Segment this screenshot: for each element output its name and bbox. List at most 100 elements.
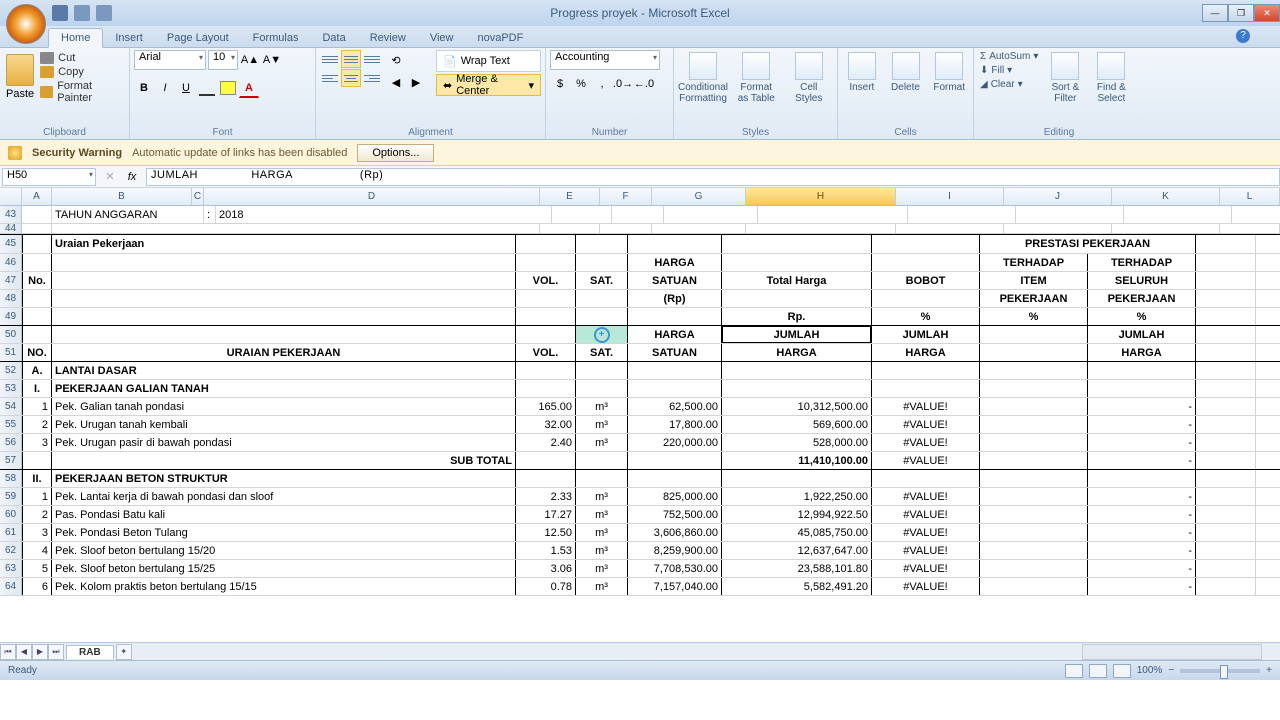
cell[interactable]: 12,637,647.00: [722, 542, 872, 559]
cell[interactable]: [516, 308, 576, 325]
cell[interactable]: [1088, 470, 1196, 487]
cell[interactable]: [516, 290, 576, 307]
cell[interactable]: [22, 235, 52, 253]
cell[interactable]: 2: [22, 506, 52, 523]
cell[interactable]: #VALUE!: [872, 542, 980, 559]
cell[interactable]: 2018: [216, 206, 552, 223]
cell[interactable]: 1.53: [516, 542, 576, 559]
col-header-a[interactable]: A: [22, 188, 52, 205]
cell[interactable]: [722, 235, 872, 253]
cell[interactable]: [1196, 290, 1256, 307]
cell[interactable]: [1196, 488, 1256, 505]
cell[interactable]: [980, 506, 1088, 523]
cell[interactable]: Pek. Sloof beton bertulang 15/20: [52, 542, 516, 559]
cell[interactable]: [576, 254, 628, 271]
cell[interactable]: 4: [22, 542, 52, 559]
insert-cells-button[interactable]: Insert: [842, 50, 882, 95]
cell[interactable]: 45,085,750.00: [722, 524, 872, 541]
cell[interactable]: [980, 344, 1088, 361]
cell[interactable]: [1196, 326, 1256, 343]
cell[interactable]: [1220, 224, 1280, 233]
cell-styles-button[interactable]: Cell Styles: [785, 50, 834, 106]
format-painter-button[interactable]: Format Painter: [40, 80, 125, 104]
cell[interactable]: [652, 224, 746, 233]
page-layout-view-button[interactable]: [1089, 664, 1107, 678]
header-pct2[interactable]: %: [980, 308, 1088, 325]
cell[interactable]: Pek. Urugan tanah kembali: [52, 416, 516, 433]
cell[interactable]: Pek. Kolom praktis beton bertulang 15/15: [52, 578, 516, 595]
row-header[interactable]: 48: [0, 290, 22, 307]
increase-indent-button[interactable]: ▶: [406, 72, 426, 92]
top-align-button[interactable]: [320, 50, 340, 68]
cell[interactable]: -: [1088, 578, 1196, 595]
cell[interactable]: JUMLAH: [1088, 326, 1196, 343]
cell[interactable]: HARGA: [628, 326, 722, 343]
border-button[interactable]: [197, 78, 217, 98]
fx-button[interactable]: fx: [122, 167, 142, 187]
row-header[interactable]: 43: [0, 206, 22, 223]
col-header-c[interactable]: C: [192, 188, 204, 205]
prev-sheet-button[interactable]: ◀: [16, 644, 32, 660]
cell[interactable]: [1124, 206, 1232, 223]
cell[interactable]: 5,582,491.20: [722, 578, 872, 595]
zoom-out-button[interactable]: −: [1168, 665, 1174, 676]
help-icon[interactable]: ?: [1236, 29, 1250, 43]
normal-view-button[interactable]: [1065, 664, 1083, 678]
tab-review[interactable]: Review: [358, 29, 418, 47]
cell[interactable]: [612, 206, 664, 223]
header-terhadap[interactable]: TERHADAP: [980, 254, 1088, 271]
new-sheet-button[interactable]: ✦: [116, 644, 132, 660]
spreadsheet-grid[interactable]: 43 TAHUN ANGGARAN : 2018 44 45 Uraian Pe…: [0, 206, 1280, 642]
cell[interactable]: 569,600.00: [722, 416, 872, 433]
cell[interactable]: Pek. Galian tanah pondasi: [52, 398, 516, 415]
cell[interactable]: [908, 206, 1016, 223]
cell[interactable]: 1: [22, 398, 52, 415]
cut-button[interactable]: Cut: [40, 52, 125, 64]
header-pekerjaan2[interactable]: PEKERJAAN: [1088, 290, 1196, 307]
cell[interactable]: [1196, 398, 1256, 415]
zoom-in-button[interactable]: +: [1266, 665, 1272, 676]
cell[interactable]: [1232, 206, 1280, 223]
cell[interactable]: [980, 452, 1088, 469]
cell[interactable]: m³: [576, 578, 628, 595]
col-header-j[interactable]: J: [1004, 188, 1112, 205]
first-sheet-button[interactable]: ⏮: [0, 644, 16, 660]
delete-cells-button[interactable]: Delete: [886, 50, 926, 95]
cell[interactable]: [1196, 560, 1256, 577]
cell[interactable]: [980, 524, 1088, 541]
tab-formulas[interactable]: Formulas: [241, 29, 311, 47]
cell[interactable]: [628, 452, 722, 469]
cell[interactable]: [576, 380, 628, 397]
minimize-button[interactable]: —: [1202, 4, 1228, 22]
section-code[interactable]: I.: [22, 380, 52, 397]
section-title[interactable]: PEKERJAAN BETON STRUKTUR: [52, 470, 516, 487]
cell[interactable]: -: [1088, 416, 1196, 433]
row-header[interactable]: 60: [0, 506, 22, 523]
tab-home[interactable]: Home: [48, 28, 103, 48]
wrap-text-button[interactable]: 📄Wrap Text: [436, 50, 541, 72]
cell[interactable]: 2.40: [516, 434, 576, 451]
header-total[interactable]: Total Harga: [722, 272, 872, 289]
conditional-formatting-button[interactable]: Conditional Formatting: [678, 50, 728, 106]
font-size-combo[interactable]: 10: [208, 50, 238, 70]
horizontal-scrollbar[interactable]: [1082, 644, 1262, 660]
header-sat[interactable]: SAT.: [576, 272, 628, 289]
cell[interactable]: [1196, 254, 1256, 271]
col-header-e[interactable]: E: [540, 188, 600, 205]
cell[interactable]: [516, 452, 576, 469]
row-header[interactable]: 50: [0, 326, 22, 343]
cell[interactable]: [1196, 452, 1256, 469]
font-color-button[interactable]: A: [239, 78, 259, 98]
cell[interactable]: 10,312,500.00: [722, 398, 872, 415]
header-bobot[interactable]: BOBOT: [872, 272, 980, 289]
header-uraian2[interactable]: URAIAN PEKERJAAN: [52, 344, 516, 361]
cell[interactable]: [664, 206, 758, 223]
col-header-h[interactable]: H: [746, 188, 896, 205]
cell[interactable]: 12.50: [516, 524, 576, 541]
cell[interactable]: #VALUE!: [872, 434, 980, 451]
fill-color-button[interactable]: [218, 78, 238, 98]
cell[interactable]: [1196, 362, 1256, 379]
save-icon[interactable]: [52, 5, 68, 21]
cell[interactable]: [1004, 224, 1112, 233]
zoom-slider[interactable]: [1180, 669, 1260, 673]
